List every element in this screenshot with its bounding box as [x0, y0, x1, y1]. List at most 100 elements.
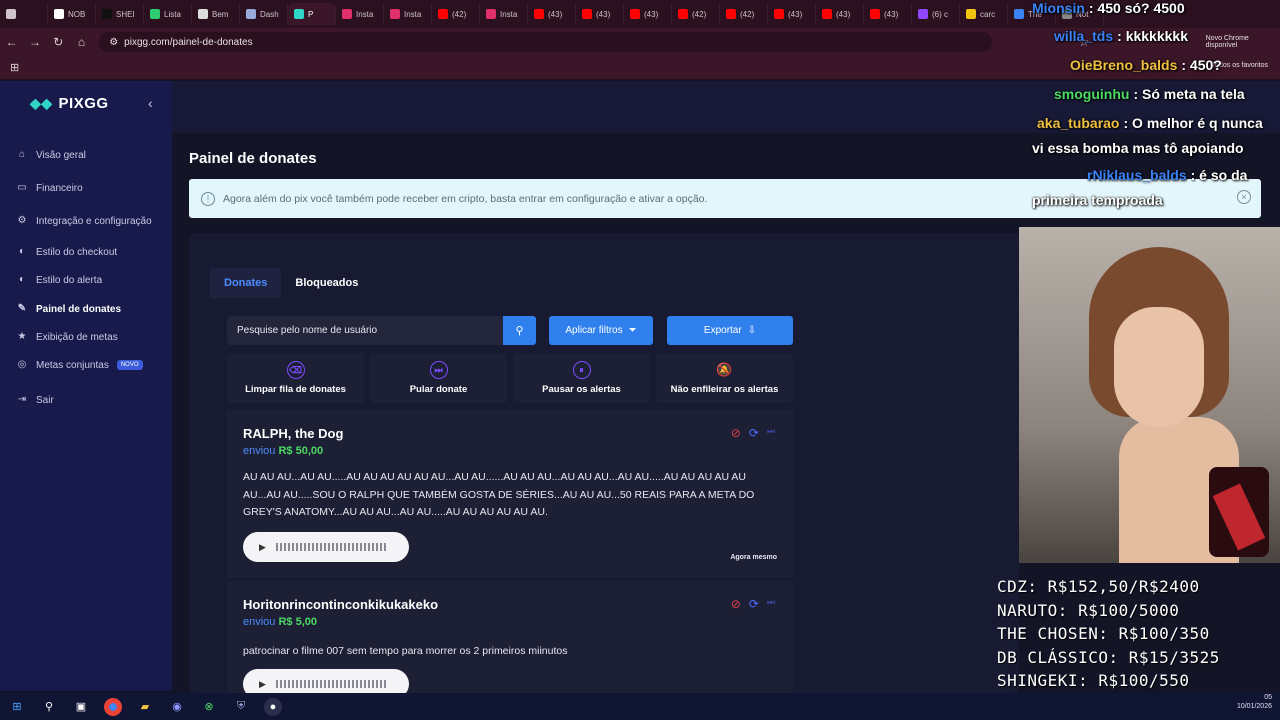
webcam-figure-face: [1114, 307, 1204, 427]
tab-favicon-icon: [726, 9, 736, 19]
tab-label: (6) c: [932, 9, 948, 19]
pause-alerts-button[interactable]: ⏸ Pausar os alertas: [513, 353, 650, 403]
browser-tab[interactable]: Insta: [480, 3, 528, 25]
waveform-bar: [295, 543, 298, 551]
obs-icon[interactable]: ●: [264, 697, 282, 716]
site-info-icon[interactable]: ⚙: [109, 37, 118, 48]
search-icon[interactable]: ⚲: [40, 698, 58, 716]
sidebar-item[interactable]: ★ Exibição de metas: [0, 323, 118, 351]
browser-tab[interactable]: (43): [816, 3, 864, 25]
tab-favicon-icon: [486, 9, 496, 19]
audio-player[interactable]: ▶: [243, 532, 409, 562]
waveform-bar: [347, 543, 350, 551]
forward-icon[interactable]: →: [23, 35, 46, 49]
browser-tab[interactable]: Bem: [192, 3, 240, 25]
browser-tab[interactable]: (43): [576, 3, 624, 25]
waveform-bar: [303, 543, 306, 551]
donor-name: RALPH, the Dog: [243, 426, 344, 441]
donor-name: Horitonrincontinconkikukakeko: [243, 597, 439, 612]
export-button[interactable]: Exportar ⇩: [667, 316, 793, 345]
sidebar-item[interactable]: ◐ Estilo do alerta: [0, 266, 102, 294]
browser-tab[interactable]: Lista: [144, 3, 192, 25]
block-user-icon[interactable]: ⊘: [731, 426, 741, 440]
brand-logo[interactable]: ◆◆ PIXGG: [30, 95, 109, 112]
browser-tab[interactable]: (42): [432, 3, 480, 25]
browser-tab[interactable]: [0, 3, 48, 25]
chat-message: Mionsin: 450 só? 4500: [1032, 0, 1185, 16]
browser-tab[interactable]: Insta: [336, 3, 384, 25]
tab-favicon-icon: [774, 9, 784, 19]
chrome-icon[interactable]: [104, 697, 122, 716]
browser-tab[interactable]: SHEI: [96, 3, 144, 25]
search-input[interactable]: Pesquise pelo nome de usuário: [227, 316, 503, 345]
browser-tab[interactable]: (42): [720, 3, 768, 25]
browser-tab[interactable]: (6) c: [912, 3, 960, 25]
apps-grid-icon[interactable]: ⊞: [10, 61, 19, 74]
skip-icon[interactable]: ⏭: [767, 597, 775, 611]
task-view-icon[interactable]: ▣: [72, 698, 90, 716]
chat-message: rNiklaus_balds: é so da: [1087, 167, 1247, 183]
tab-label: P: [308, 9, 314, 19]
play-icon[interactable]: ▶: [259, 542, 266, 553]
tab-bloqueados[interactable]: Bloqueados: [281, 268, 372, 298]
browser-tab[interactable]: P: [288, 3, 336, 25]
chat-text: : é so da: [1190, 167, 1248, 183]
tab-favicon-icon: [1014, 9, 1024, 19]
clock[interactable]: 05 10/01/2026: [1237, 693, 1272, 711]
sidebar-item[interactable]: ✎ Painel de donates: [0, 295, 121, 323]
tab-label: (43): [836, 9, 851, 19]
browser-tab[interactable]: (43): [528, 3, 576, 25]
tab-favicon-icon: [438, 9, 448, 19]
replay-icon[interactable]: ⟳: [749, 426, 759, 440]
browser-tab[interactable]: (43): [624, 3, 672, 25]
browser-tab[interactable]: NOB: [48, 3, 96, 25]
tab-favicon-icon: [678, 9, 688, 19]
skip-icon[interactable]: ⏭: [767, 426, 775, 440]
security-icon[interactable]: ⛨: [232, 698, 250, 716]
chat-message: primeira temproada: [1032, 192, 1163, 208]
tab-label: Lista: [164, 9, 181, 19]
browser-tab[interactable]: Insta: [384, 3, 432, 25]
browser-tab[interactable]: Dash: [240, 3, 288, 25]
donate-amount: R$ 50,00: [278, 445, 324, 457]
settings-icon: ⚙: [17, 215, 27, 226]
waveform[interactable]: [275, 680, 386, 688]
clear-queue-button[interactable]: ⌫ Limpar fila de donates: [227, 353, 364, 403]
bell-off-icon: 🔕: [716, 362, 733, 377]
sidebar-item[interactable]: ⌂ Visão geral: [0, 141, 86, 169]
browser-tab[interactable]: carc: [960, 3, 1008, 25]
no-queue-alerts-button[interactable]: 🔕 Não enfileirar os alertas: [656, 353, 793, 403]
browser-tab[interactable]: (43): [768, 3, 816, 25]
tab-donates[interactable]: Donates: [210, 268, 282, 298]
replay-icon[interactable]: ⟳: [749, 597, 759, 611]
discord-icon[interactable]: ◉: [168, 698, 186, 716]
back-icon[interactable]: ←: [0, 35, 23, 49]
sidebar-item[interactable]: ⇥ Sair: [0, 386, 54, 414]
filter-button[interactable]: Aplicar filtros ⏷: [549, 316, 653, 345]
block-user-icon[interactable]: ⊘: [731, 597, 741, 611]
url-field[interactable]: ⚙ pixgg.com/painel-de-donates: [99, 32, 993, 52]
filter-label: Aplicar filtros: [565, 325, 623, 336]
waveform-bar: [323, 680, 326, 688]
sidebar-item[interactable]: ◐ Estilo do checkout: [0, 238, 117, 266]
donate-item: RALPH, the Dog enviou R$ 50,00 ⊘ ⟳ ⏭ AU …: [227, 410, 793, 578]
chat-text: vi essa bomba mas tô apoiando: [1032, 140, 1244, 156]
sidebar-item[interactable]: ▭ Financeiro: [0, 174, 82, 202]
windows-start-icon[interactable]: ⊞: [8, 698, 26, 716]
skip-donate-button[interactable]: ⏭ Pular donate: [370, 353, 507, 403]
reload-icon[interactable]: ↻: [47, 35, 70, 49]
search-button[interactable]: ⚲: [503, 316, 536, 345]
xbox-icon[interactable]: ⊗: [200, 698, 218, 716]
tab-favicon-icon: [342, 9, 352, 19]
waveform-bar: [383, 543, 386, 551]
browser-tab[interactable]: (42): [672, 3, 720, 25]
waveform[interactable]: [275, 543, 386, 551]
sidebar-item[interactable]: ◎ Metas conjuntas NOVO: [0, 351, 143, 379]
sidebar-item-label: Sair: [36, 394, 54, 406]
browser-tab[interactable]: (43): [864, 3, 912, 25]
play-icon[interactable]: ▶: [259, 679, 266, 690]
collapse-sidebar-icon[interactable]: ‹: [148, 95, 153, 111]
home-icon[interactable]: ⌂: [70, 35, 93, 49]
sidebar-item[interactable]: ⚙ Integração e configuração: [0, 207, 152, 235]
file-explorer-icon[interactable]: ▰: [136, 698, 154, 716]
